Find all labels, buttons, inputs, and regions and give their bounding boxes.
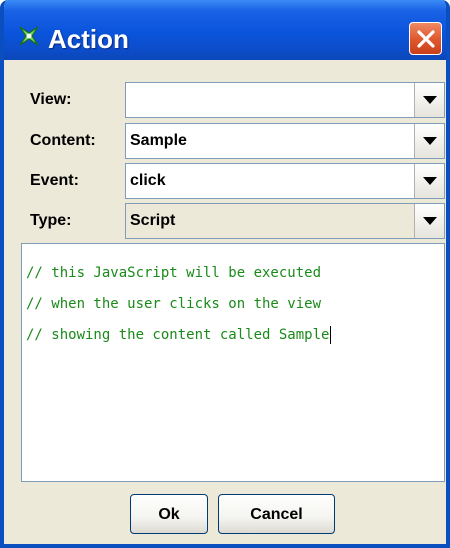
content-select[interactable]: Sample	[125, 123, 445, 159]
type-dropdown-button[interactable]	[414, 204, 444, 238]
event-value: click	[130, 172, 166, 189]
close-icon	[417, 30, 435, 48]
ok-button[interactable]: Ok	[130, 494, 208, 534]
script-line-text: // showing the content called Sample	[26, 327, 330, 343]
window-title: Action	[48, 24, 129, 54]
close-button[interactable]	[409, 22, 442, 55]
script-line: // this JavaScript will be executed	[26, 265, 322, 281]
content-value: Sample	[130, 132, 187, 149]
chevron-down-icon	[423, 96, 437, 104]
action-dialog: Action View: Content: Sample Event: clic…	[0, 0, 450, 548]
type-select[interactable]: Script	[125, 203, 445, 239]
chevron-down-icon	[423, 217, 437, 225]
chevron-down-icon	[423, 137, 437, 145]
event-label: Event:	[30, 172, 79, 189]
view-label: View:	[30, 91, 72, 108]
chevron-down-icon	[423, 177, 437, 185]
type-label: Type:	[30, 212, 72, 229]
type-value: Script	[130, 212, 176, 229]
action-sparkle-icon	[19, 26, 39, 46]
script-editor[interactable]: // this JavaScript will be executed // w…	[21, 243, 445, 482]
cancel-button[interactable]: Cancel	[218, 494, 335, 534]
text-caret	[330, 326, 332, 344]
event-select[interactable]: click	[125, 163, 445, 199]
title-bar[interactable]: Action	[4, 0, 446, 60]
script-line: // when the user clicks on the view	[26, 296, 322, 312]
event-dropdown-button[interactable]	[414, 164, 444, 198]
content-label: Content:	[30, 132, 96, 149]
view-dropdown-button[interactable]	[414, 83, 444, 117]
view-select[interactable]	[125, 82, 445, 118]
content-dropdown-button[interactable]	[414, 124, 444, 158]
script-line-last: // showing the content called Sample	[26, 320, 444, 351]
